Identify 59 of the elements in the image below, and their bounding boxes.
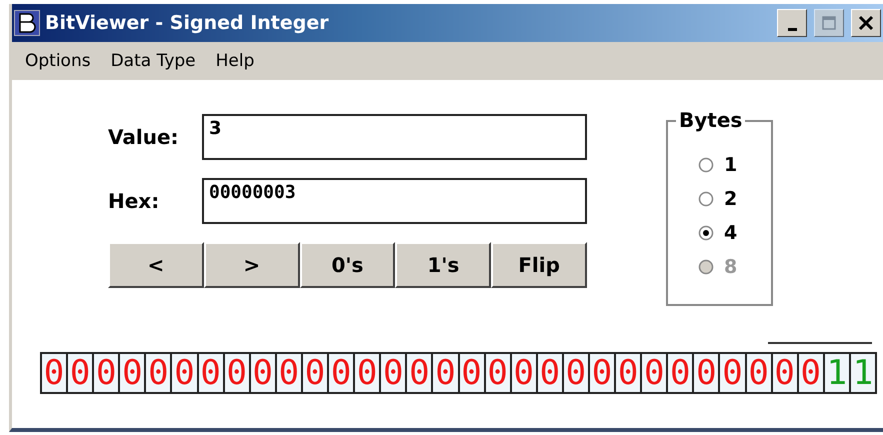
window-title: BitViewer - Signed Integer xyxy=(45,12,330,34)
bit-digit[interactable]: 0 xyxy=(276,354,303,392)
bit-digit[interactable]: 0 xyxy=(564,354,590,392)
radio-button[interactable] xyxy=(698,157,714,173)
bit-digit[interactable]: 0 xyxy=(381,354,408,392)
close-button[interactable] xyxy=(851,9,881,37)
action-button[interactable]: 1's xyxy=(395,242,492,288)
option-label: 2 xyxy=(724,188,738,210)
bit-digit[interactable]: 0 xyxy=(798,354,825,392)
input-field[interactable]: 00000003 xyxy=(202,178,587,224)
input-field[interactable]: 3 xyxy=(202,114,587,160)
bit-digit[interactable]: 0 xyxy=(407,354,434,392)
bit-digit[interactable]: 0 xyxy=(460,354,486,392)
menu-item[interactable]: Help xyxy=(206,49,264,73)
bit-digit[interactable]: 0 xyxy=(198,354,225,392)
menu-item[interactable]: Options xyxy=(16,49,100,73)
bit-digit[interactable]: 0 xyxy=(616,354,642,392)
bit-digit[interactable]: 0 xyxy=(746,354,773,392)
minimize-icon xyxy=(788,28,796,30)
bit-digit[interactable]: 0 xyxy=(590,354,616,392)
bit-digit[interactable]: 0 xyxy=(68,354,94,392)
bit-digit[interactable]: 0 xyxy=(772,354,799,392)
action-button[interactable]: 0's xyxy=(300,242,396,288)
bit-digit[interactable]: 0 xyxy=(120,354,146,392)
bit-digit[interactable]: 0 xyxy=(433,354,460,392)
menu-item[interactable]: Data Type xyxy=(102,49,205,73)
option-label: 4 xyxy=(724,222,738,244)
bit-digit[interactable]: 0 xyxy=(329,354,356,392)
bit-digit[interactable]: 0 xyxy=(512,354,538,392)
bit-digit[interactable]: 0 xyxy=(694,354,720,392)
bit-digit[interactable]: 0 xyxy=(720,354,747,392)
field-label: Hex: xyxy=(108,189,160,213)
close-icon xyxy=(858,15,874,31)
action-button[interactable]: < xyxy=(108,242,204,288)
action-button[interactable]: Flip xyxy=(491,242,587,288)
bit-digit[interactable]: 0 xyxy=(42,354,68,392)
option-label: 1 xyxy=(724,154,738,176)
bit-digit[interactable]: 0 xyxy=(146,354,172,392)
bit-digit[interactable]: 0 xyxy=(486,354,512,392)
bit-digit[interactable]: 0 xyxy=(172,354,199,392)
maximize-icon xyxy=(822,16,836,30)
maximize-button[interactable] xyxy=(814,9,844,37)
option-label: 8 xyxy=(724,256,738,278)
radio-button[interactable] xyxy=(698,225,714,241)
bit-digit[interactable]: 0 xyxy=(642,354,668,392)
bit-digit[interactable]: 0 xyxy=(94,354,120,392)
action-button[interactable]: > xyxy=(204,242,300,288)
field-label: Value: xyxy=(108,125,180,149)
bit-digit[interactable]: 1 xyxy=(850,354,875,392)
bit-digit[interactable]: 0 xyxy=(538,354,564,392)
bit-digit[interactable]: 0 xyxy=(302,354,330,392)
bit-digit[interactable]: 0 xyxy=(355,354,382,392)
minimize-button[interactable] xyxy=(777,9,807,37)
app-icon xyxy=(14,10,40,36)
bit-digit[interactable]: 0 xyxy=(250,354,277,392)
bit-digit[interactable]: 0 xyxy=(224,354,251,392)
bit-digit[interactable]: 0 xyxy=(668,354,694,392)
radio-button[interactable] xyxy=(698,191,714,207)
bit-digit[interactable]: 1 xyxy=(824,354,851,392)
